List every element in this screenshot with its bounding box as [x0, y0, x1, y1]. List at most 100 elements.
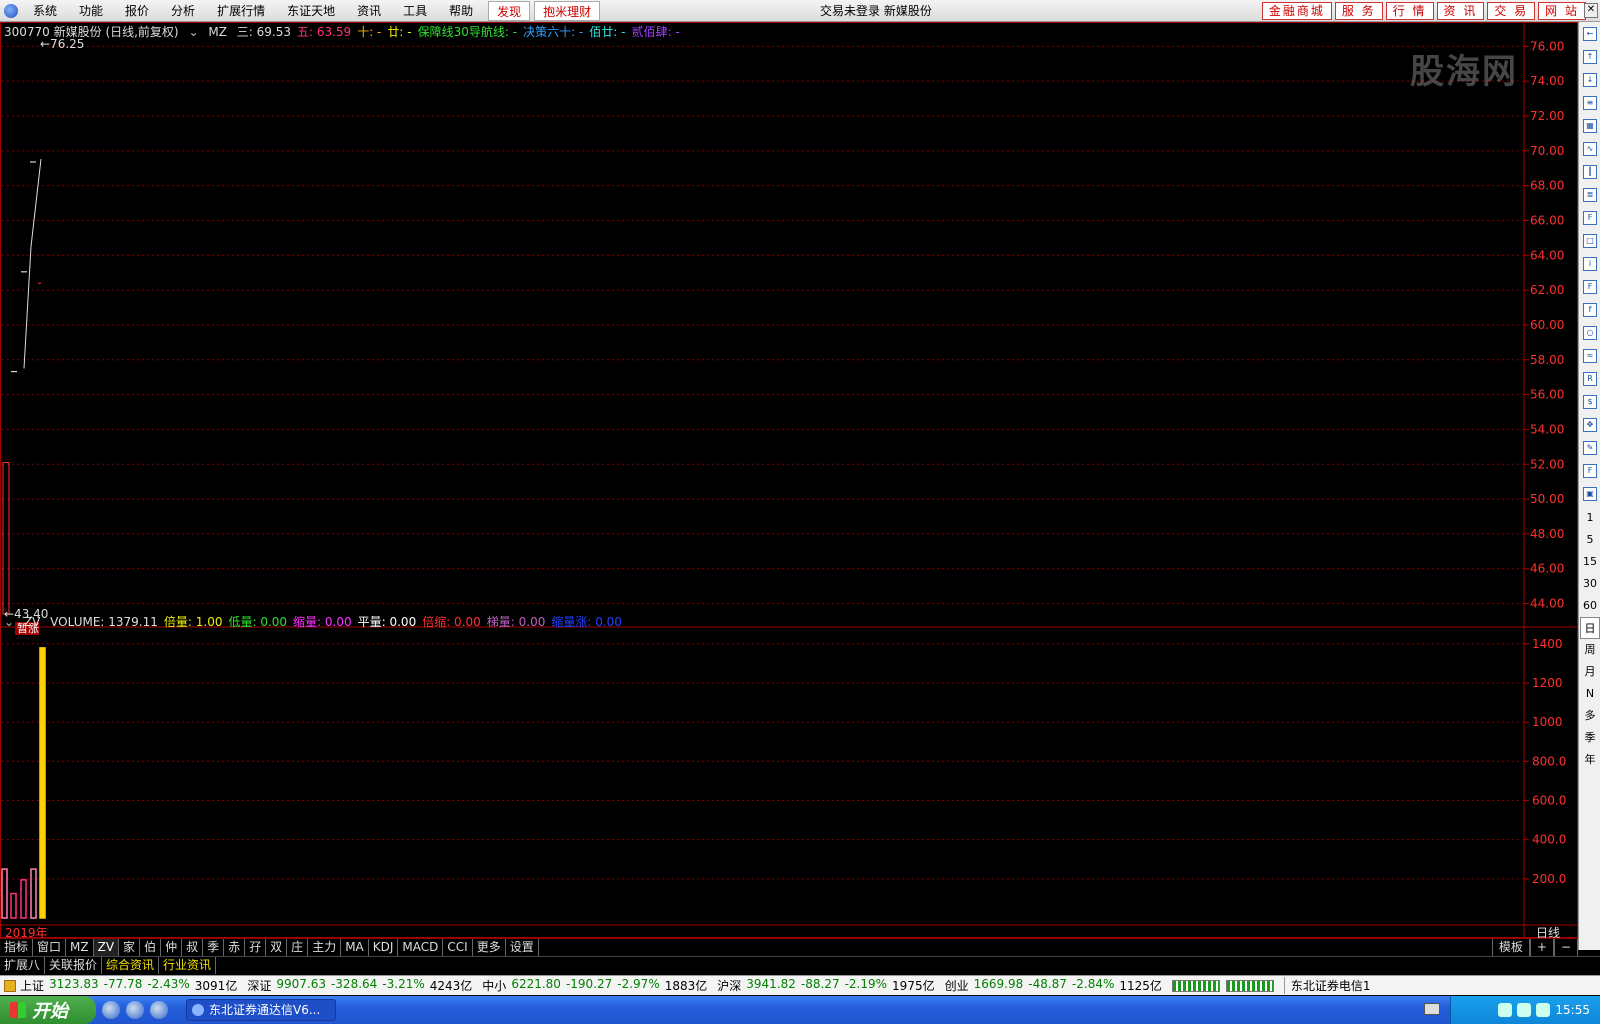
info-tab[interactable]: 扩展八 [0, 957, 46, 974]
f10-icon[interactable]: F [1580, 208, 1600, 228]
indicator-tab[interactable]: 窗口 [33, 939, 67, 956]
volume-bar[interactable] [10, 892, 17, 919]
indicator-tab[interactable]: MZ [66, 939, 94, 956]
menu-item[interactable]: 功能 [68, 1, 114, 21]
indicator-tab[interactable]: 指标 [0, 939, 34, 956]
info-tab[interactable]: 综合资讯 [102, 957, 160, 974]
image-icon[interactable]: ▣ [1580, 484, 1600, 504]
volume-indicator-name[interactable]: ZV [24, 615, 40, 629]
indicator-tab[interactable]: 主力 [308, 939, 342, 956]
indicator-tab[interactable]: 更多 [473, 939, 506, 956]
menu-item[interactable]: 报价 [114, 1, 160, 21]
market-index[interactable]: 深证 9907.63 -328.64 -3.21% 4243亿 [247, 977, 472, 994]
market-index[interactable]: 中小 6221.80 -190.27 -2.97% 1883亿 [482, 977, 707, 994]
kline-chart[interactable]: 76.00 74.00 72.00 70.00 68.00 66.00 64.00 62.00… [0, 22, 1578, 938]
list-icon[interactable]: ≡ [1580, 93, 1600, 113]
report-icon[interactable]: ≣ [1580, 185, 1600, 205]
indicator-tab[interactable]: 庄 [287, 939, 309, 956]
volume-bar[interactable] [39, 647, 46, 919]
period-button[interactable]: 5 [1580, 529, 1600, 551]
template-button[interactable]: − [1553, 939, 1578, 956]
period-button[interactable]: 1 [1580, 507, 1600, 529]
volume-bar[interactable] [20, 879, 27, 919]
top-right-button[interactable]: 行 情 [1385, 2, 1434, 20]
period-button[interactable]: 季 [1580, 727, 1600, 749]
menu-item[interactable]: 工具 [392, 1, 438, 21]
volume-bar[interactable] [30, 868, 37, 919]
volume-icon[interactable] [1517, 1003, 1532, 1017]
indicator-tab[interactable]: 叔 [182, 939, 204, 956]
info-tab[interactable]: 关联报价 [45, 957, 103, 974]
indicator-tab[interactable]: 孖 [245, 939, 267, 956]
indicator-tab[interactable]: 赤 [224, 939, 246, 956]
close-icon[interactable]: ✕ [1584, 3, 1598, 18]
market-index[interactable]: 上证 3123.83 -77.78 -2.43% 3091亿 [20, 977, 237, 994]
indicator-tab[interactable]: 季 [203, 939, 225, 956]
money-icon[interactable]: $ [1580, 392, 1600, 412]
indicator-tab[interactable]: 双 [266, 939, 288, 956]
chart-area[interactable]: 76.00 74.00 72.00 70.00 68.00 66.00 64.00 62.00… [0, 22, 1578, 950]
browser-icon[interactable] [126, 1001, 144, 1019]
candlestick-icon[interactable]: ┃ [1580, 162, 1600, 182]
period-button[interactable]: 多 [1580, 705, 1600, 727]
ie-icon[interactable] [102, 1001, 120, 1019]
circle-icon[interactable]: ○ [1580, 323, 1600, 343]
start-button[interactable]: 开始 [0, 996, 96, 1024]
period-button[interactable]: 15 [1580, 551, 1600, 573]
security-icon[interactable] [1536, 1003, 1551, 1017]
down-arrow-icon[interactable]: ↓ [1580, 70, 1600, 90]
period-button[interactable]: N [1580, 683, 1600, 705]
market-index[interactable]: 沪深 3941.82 -88.27 -2.19% 1975亿 [717, 977, 934, 994]
period-button[interactable]: 30 [1580, 573, 1600, 595]
app-logo-icon[interactable] [0, 1, 22, 21]
broker-name[interactable]: 东北证券电信1 [1283, 977, 1371, 994]
f12-icon[interactable]: F [1580, 277, 1600, 297]
top-right-button[interactable]: 资 讯 [1436, 2, 1485, 20]
move-icon[interactable]: ✥ [1580, 415, 1600, 435]
menu-item[interactable]: 分析 [160, 1, 206, 21]
menu-item[interactable]: 资讯 [346, 1, 392, 21]
period-button[interactable]: 日 [1580, 617, 1600, 639]
menu-item[interactable]: 系统 [22, 1, 68, 21]
top-right-button[interactable]: 服 务 [1334, 2, 1383, 20]
index-icon[interactable] [4, 979, 16, 992]
period-button[interactable]: 60 [1580, 595, 1600, 617]
up-arrow-icon[interactable]: ↑ [1580, 47, 1600, 67]
top-right-button[interactable]: 网 站 [1538, 2, 1586, 20]
pencil-icon[interactable]: ✎ [1580, 438, 1600, 458]
indicator-tab[interactable]: MACD [398, 939, 444, 956]
f5-icon[interactable]: F [1580, 461, 1600, 481]
indicator-tab[interactable]: 仲 [161, 939, 183, 956]
menu-item[interactable]: 东证天地 [276, 1, 346, 21]
price-indicator-name[interactable]: MZ [208, 25, 227, 39]
period-button[interactable]: 周 [1580, 639, 1600, 661]
template-button[interactable]: 模板 [1491, 939, 1530, 956]
rsi-icon[interactable]: R [1580, 369, 1600, 389]
period-button[interactable]: 年 [1580, 749, 1600, 771]
indicator-tab[interactable]: 家 [119, 939, 141, 956]
volume-bar[interactable] [1, 868, 8, 919]
kline-candle[interactable] [2, 462, 10, 615]
indicator-tab[interactable]: ZV [93, 939, 120, 956]
wave-icon[interactable]: ≈ [1580, 346, 1600, 366]
shortcut-icon[interactable] [150, 1001, 168, 1019]
market-index[interactable]: 创业 1669.98 -48.87 -2.84% 1125亿 [945, 977, 1162, 994]
indicator-tab[interactable]: 设置 [506, 939, 539, 956]
news-icon[interactable]: □ [1580, 231, 1600, 251]
line-chart-icon[interactable]: ∿ [1580, 139, 1600, 159]
menu-item[interactable]: 扩展行情 [206, 1, 276, 21]
top-right-button[interactable]: 金融商城 [1261, 2, 1332, 20]
back-arrow-icon[interactable]: ← [1580, 24, 1600, 44]
info-icon[interactable]: i [1580, 254, 1600, 274]
top-right-button[interactable]: 交 易 [1487, 2, 1536, 20]
indicator-tab[interactable]: 伯 [140, 939, 162, 956]
indicator-tab[interactable]: MA [341, 939, 369, 956]
indicator-dropdown-icon[interactable]: ⌄ [188, 25, 198, 39]
menu-item-highlight[interactable]: 发现 [488, 0, 531, 21]
formula-icon[interactable]: f [1580, 300, 1600, 320]
info-tab[interactable]: 行业资讯 [159, 957, 217, 974]
menu-item-highlight[interactable]: 抱米理财 [534, 0, 601, 21]
taskbar-app-button[interactable]: 东北证券通达信V6... [186, 999, 336, 1021]
menu-item[interactable]: 帮助 [438, 1, 484, 21]
network-icon[interactable] [1498, 1003, 1513, 1017]
